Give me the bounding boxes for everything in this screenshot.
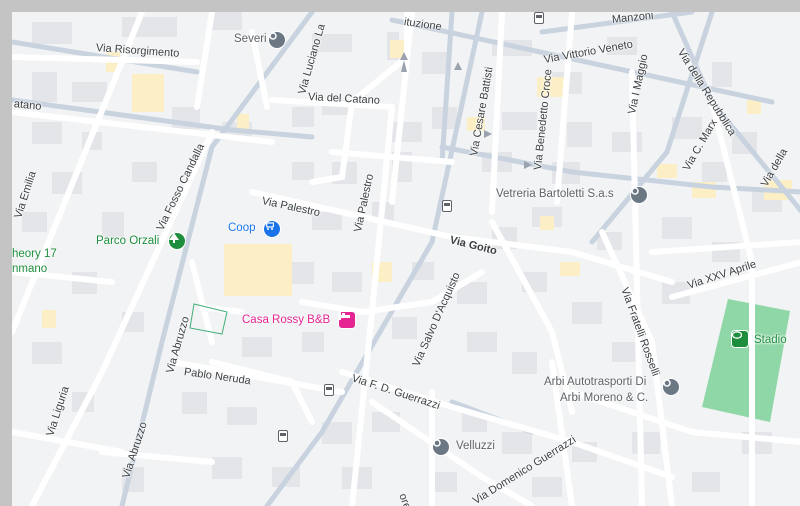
place-label-severi[interactable]: Severi — [234, 33, 267, 45]
place-label-theory-line1[interactable]: heory 17 — [12, 248, 57, 260]
stadium-park — [702, 299, 790, 422]
map-frame: Via Risorgimento Via Luciano La atano Vi… — [0, 0, 800, 506]
map-pin-icon[interactable] — [630, 186, 648, 204]
map-pin-icon[interactable] — [432, 438, 450, 456]
shopping-cart-icon[interactable] — [263, 220, 281, 238]
tree-icon[interactable] — [168, 232, 186, 250]
bed-icon[interactable] — [338, 311, 356, 329]
place-label-vetreria[interactable]: Vetreria Bartoletti S.a.s — [496, 188, 614, 200]
coop-building — [224, 244, 292, 296]
bus-stop-icon[interactable] — [442, 200, 452, 212]
place-label-coop[interactable]: Coop — [228, 222, 256, 234]
map-view[interactable]: Via Risorgimento Via Luciano La atano Vi… — [12, 12, 800, 506]
place-label-velluzzi[interactable]: Velluzzi — [456, 440, 495, 452]
streets — [12, 12, 800, 506]
place-label-arbi-line2[interactable]: Arbi Moreno & C. — [560, 392, 648, 404]
map-canvas — [12, 12, 800, 506]
bus-stop-icon[interactable] — [324, 384, 334, 396]
place-label-arbi-line1[interactable]: Arbi Autotrasporti Di — [544, 376, 646, 388]
place-label-casa-rossy[interactable]: Casa Rossy B&B — [242, 314, 330, 326]
map-pin-icon[interactable] — [662, 378, 680, 396]
stadium-icon[interactable] — [731, 330, 749, 348]
bus-stop-icon[interactable] — [278, 430, 288, 442]
map-pin-icon[interactable] — [268, 31, 286, 49]
place-label-parco-orzali[interactable]: Parco Orzali — [96, 235, 159, 247]
place-label-theory-line2[interactable]: nmano — [12, 263, 47, 275]
place-label-stadio[interactable]: Stadio — [754, 334, 787, 346]
bus-stop-icon[interactable] — [534, 12, 544, 24]
